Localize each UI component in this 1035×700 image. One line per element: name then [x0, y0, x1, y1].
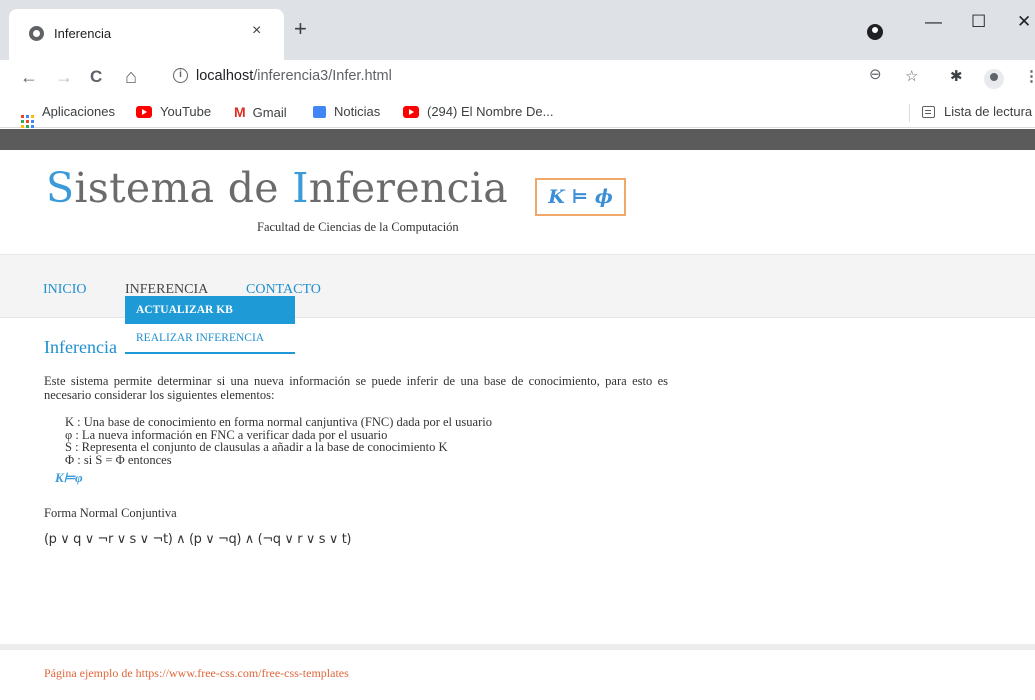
fnc-label: Forma Normal Conjuntiva — [44, 506, 177, 520]
site-subtitle: Facultad de Ciencias de la Computación — [257, 220, 459, 234]
reading-list-icon — [922, 106, 935, 118]
definition-item: Φ : si S = Φ entonces — [65, 452, 172, 467]
youtube-icon — [403, 106, 419, 118]
site-header: Sistema de Inferencia Facultad de Cienci… — [0, 150, 1035, 254]
reading-list-label: Lista de lectura — [944, 104, 1033, 119]
fnc-formula: (p ∨ q ∨ ¬r ∨ s ∨ ¬t) ∧ (p ∨ ¬q) ∧ (¬q ∨… — [44, 532, 352, 547]
bookmark-youtube[interactable]: YouTube — [136, 104, 211, 119]
main-content: Inferencia Este sistema permite determin… — [44, 337, 724, 547]
bookmark-apps[interactable]: Aplicaciones — [21, 104, 115, 128]
bookmark-gmail[interactable]: M Gmail — [234, 104, 287, 120]
media-control-icon[interactable] — [867, 24, 883, 40]
reading-list[interactable]: Lista de lectura — [922, 104, 1032, 119]
bookmark-label: Gmail — [252, 105, 287, 120]
zoom-icon[interactable]: ⊖ — [869, 66, 882, 84]
dropdown-item-actualizar-kb[interactable]: ACTUALIZAR KB — [125, 296, 295, 324]
browser-tab-strip: Inferencia × + — ☐ ✕ — [0, 0, 1035, 60]
title-initial: S — [46, 164, 75, 212]
title-initial: I — [292, 164, 309, 212]
tab-title: Inferencia — [54, 26, 112, 41]
bookmark-divider — [909, 104, 910, 122]
site-logo: K ⊨ ϕ — [535, 178, 626, 216]
bookmark-el-nombre[interactable]: (294) El Nombre De... — [403, 104, 553, 119]
gmail-icon: M — [234, 104, 246, 120]
new-tab-button[interactable]: + — [294, 18, 307, 40]
maximize-button[interactable]: ☐ — [971, 12, 986, 32]
dropdown-item-realizar-inferencia[interactable]: REALIZAR INFERENCIA — [125, 324, 295, 352]
url-text[interactable]: localhost/inferencia3/Infer.html — [196, 68, 392, 84]
url-path: /inferencia3/Infer.html — [253, 68, 392, 84]
browser-tab[interactable]: Inferencia × — [9, 9, 284, 60]
globe-icon — [29, 26, 44, 41]
profile-avatar-icon[interactable] — [984, 69, 1004, 89]
bookmark-label: Aplicaciones — [42, 104, 115, 119]
intro-paragraph: Este sistema permite determinar si una n… — [44, 374, 668, 402]
title-text: istema de — [74, 164, 293, 212]
youtube-icon — [136, 106, 152, 118]
title-text: nferencia — [308, 164, 509, 212]
address-bar[interactable]: i localhost/inferencia3/Infer.html ⊖ — [163, 62, 905, 92]
bookmark-noticias[interactable]: Noticias — [313, 104, 380, 119]
inferencia-dropdown: ACTUALIZAR KB REALIZAR INFERENCIA — [125, 296, 295, 354]
definition-item: K : Una base de conocimiento en forma no… — [65, 415, 492, 429]
forward-button[interactable]: → — [55, 64, 73, 90]
home-button[interactable]: ⌂ — [125, 64, 137, 90]
bookmark-label: YouTube — [160, 104, 212, 119]
browser-toolbar: ← → C ⌂ i localhost/inferencia3/Infer.ht… — [0, 60, 1035, 96]
reload-button[interactable]: C — [90, 64, 102, 90]
tab-close-icon[interactable]: × — [252, 22, 261, 40]
page-top-bar — [0, 129, 1035, 150]
entailment-formula: K⊨φ — [55, 470, 83, 485]
apps-grid-icon — [21, 115, 34, 128]
url-host: localhost — [196, 68, 254, 84]
nav-inicio[interactable]: INICIO — [43, 282, 87, 298]
news-icon — [313, 106, 326, 118]
definitions-list: K : Una base de conocimiento en forma no… — [65, 416, 724, 466]
footer-divider — [0, 644, 1035, 650]
footer-credit[interactable]: Página ejemplo de https://www.free-css.c… — [44, 666, 349, 681]
minimize-button[interactable]: — — [925, 12, 942, 32]
back-button[interactable]: ← — [20, 64, 38, 90]
info-icon[interactable]: i — [173, 68, 188, 83]
definition-item: S : Representa el conjunto de clausulas … — [65, 440, 448, 454]
bookmark-label: (294) El Nombre De... — [427, 104, 554, 119]
site-title[interactable]: Sistema de Inferencia — [46, 164, 508, 212]
close-window-button[interactable]: ✕ — [1017, 12, 1031, 32]
bookmarks-bar: Aplicaciones YouTube M Gmail Noticias (29… — [0, 96, 1035, 128]
browser-menu-icon[interactable]: ⋮ — [1024, 68, 1035, 86]
bookmark-label: Noticias — [334, 104, 381, 119]
extensions-icon[interactable]: ✱ — [950, 68, 963, 86]
bookmark-star-icon[interactable]: ☆ — [905, 68, 918, 86]
